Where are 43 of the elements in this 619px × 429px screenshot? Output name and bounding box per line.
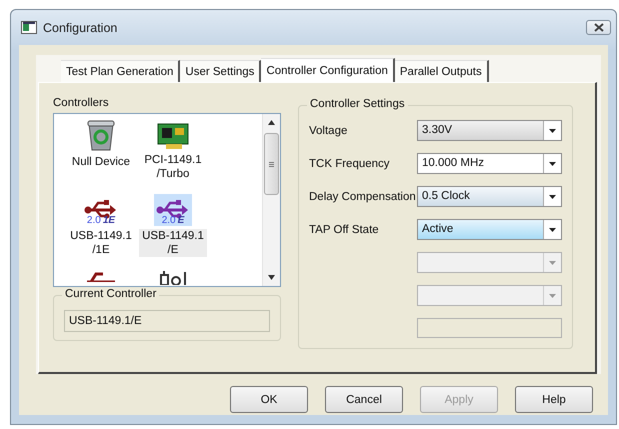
grip-icon <box>269 162 274 166</box>
caret-icon <box>549 260 556 264</box>
tab[interactable]: Controller Configuration <box>261 58 395 82</box>
group-label: Controllers <box>53 97 109 109</box>
field-label: Voltage <box>309 124 348 136</box>
caret-icon <box>549 194 556 198</box>
tab[interactable]: Parallel Outputs <box>394 60 489 82</box>
controller-item[interactable]: Null Device <box>66 118 136 188</box>
close-icon <box>594 23 604 32</box>
scrollbar[interactable] <box>262 114 280 286</box>
window-title: Configuration <box>43 20 118 34</box>
caret-icon <box>549 128 556 132</box>
group-label: Current Controller <box>62 288 160 300</box>
usb-icon: 2.0 1E <box>84 198 118 226</box>
window-icon <box>21 21 37 34</box>
caret-icon <box>549 228 556 232</box>
dropdown[interactable]: 10.000 MHz <box>417 153 562 174</box>
controller-item[interactable]: PCI-1149.1 /Turbo <box>138 118 208 188</box>
scroll-down-icon <box>268 275 275 280</box>
dialog-button[interactable]: OK <box>230 386 308 413</box>
usb-icon <box>85 270 117 282</box>
field-label: TAP Off State <box>309 224 380 236</box>
dialog-button[interactable]: Help <box>515 386 593 413</box>
tab[interactable]: Test Plan Generation <box>61 60 180 82</box>
trash-icon <box>85 118 117 152</box>
group-label: Controller Settings <box>307 98 408 110</box>
controller-item[interactable]: 2.0 E USB-1149.1 /E <box>138 194 208 264</box>
caret-icon <box>549 294 556 298</box>
device-icon <box>157 270 189 285</box>
field-label: TCK Frequency <box>309 158 391 170</box>
controller-list[interactable]: Null Device PCI-1149.1 /Turbo 2.0 1E USB-1149.1 /1E 2.0 E USB-1149.1 /E <box>53 113 281 287</box>
controller-item[interactable]: 2.0 1E USB-1149.1 /1E <box>66 194 136 264</box>
dropdown[interactable]: 0.5 Clock <box>417 186 562 207</box>
tab[interactable]: User Settings <box>180 60 262 82</box>
field-label: Delay Compensation <box>309 190 417 202</box>
scroll-up-icon <box>268 120 275 125</box>
caret-icon <box>549 162 556 166</box>
dropdown[interactable]: Active <box>417 219 562 240</box>
dropdown[interactable]: 3.30V <box>417 120 562 141</box>
input-field[interactable]: USB-1149.1/E <box>64 310 270 332</box>
dialog-button[interactable]: Cancel <box>325 386 403 413</box>
close-button[interactable] <box>586 20 611 35</box>
usb-icon: 2.0 E <box>156 198 190 226</box>
